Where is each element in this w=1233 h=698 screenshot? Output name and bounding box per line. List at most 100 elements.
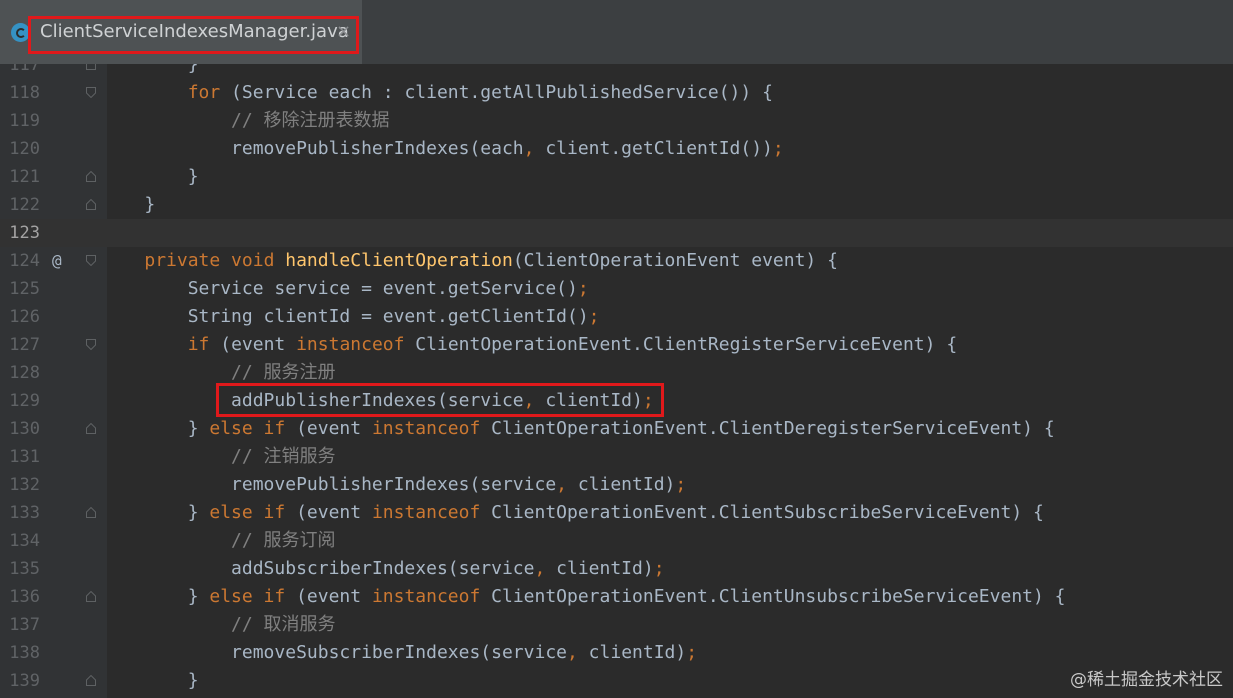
- fold-end-icon[interactable]: [86, 199, 96, 210]
- line-number[interactable]: 120: [0, 135, 40, 163]
- line-number[interactable]: 118: [0, 79, 40, 107]
- code-line[interactable]: 124 @ private void handleClientOperation(…: [0, 247, 1233, 275]
- code-text[interactable]: // 移除注册表数据: [101, 107, 390, 135]
- code-line[interactable]: 131 // 注销服务: [0, 443, 1233, 471]
- code-line[interactable]: 126 String clientId = event.getClientId(…: [0, 303, 1233, 331]
- code-text[interactable]: if (event instanceof ClientOperationEven…: [101, 331, 957, 359]
- line-number[interactable]: 119: [0, 107, 40, 135]
- code-line[interactable]: 132 removePublisherIndexes(service, clie…: [0, 471, 1233, 499]
- line-number[interactable]: 133: [0, 499, 40, 527]
- code-text[interactable]: removePublisherIndexes(service, clientId…: [101, 471, 686, 499]
- code-token: }: [101, 166, 199, 187]
- code-text[interactable]: }: [101, 667, 199, 695]
- fold-end-icon[interactable]: [86, 507, 96, 518]
- fold-end-icon[interactable]: [86, 64, 96, 70]
- line-number[interactable]: 137: [0, 611, 40, 639]
- code-token: (event: [209, 334, 297, 355]
- code-token: // 服务订阅: [101, 530, 336, 551]
- code-text[interactable]: removeSubscriberIndexes(service, clientI…: [101, 639, 697, 667]
- code-text[interactable]: } else if (event instanceof ClientOperat…: [101, 499, 1044, 527]
- line-number[interactable]: 124: [0, 247, 40, 275]
- code-line[interactable]: 121 }: [0, 163, 1233, 191]
- code-line[interactable]: 120 removePublisherIndexes(each, client.…: [0, 135, 1233, 163]
- code-token: handleClientOperation: [285, 250, 513, 271]
- code-text[interactable]: // 注销服务: [101, 443, 336, 471]
- code-line[interactable]: 138 removeSubscriberIndexes(service, cli…: [0, 639, 1233, 667]
- annotation-marker-icon[interactable]: @: [52, 247, 62, 275]
- code-token: ;: [772, 138, 784, 159]
- code-line[interactable]: 137 // 取消服务: [0, 611, 1233, 639]
- code-line[interactable]: 133 } else if (event instanceof ClientOp…: [0, 499, 1233, 527]
- fold-end-icon[interactable]: [86, 591, 96, 602]
- code-text[interactable]: } else if (event instanceof ClientOperat…: [101, 415, 1055, 443]
- code-token: }: [101, 586, 210, 607]
- line-number[interactable]: 131: [0, 443, 40, 471]
- code-token: else if: [209, 586, 286, 607]
- code-token: removePublisherIndexes(each: [101, 138, 524, 159]
- line-number[interactable]: 122: [0, 191, 40, 219]
- code-token: private void: [144, 250, 286, 271]
- line-number[interactable]: 139: [0, 667, 40, 695]
- line-number[interactable]: 123: [0, 219, 40, 247]
- line-number[interactable]: 128: [0, 359, 40, 387]
- line-number[interactable]: 132: [0, 471, 40, 499]
- editor-tab-bar: ClientServiceIndexesManager.java ×: [0, 0, 1233, 65]
- code-highlight-box: [216, 383, 664, 417]
- code-line[interactable]: 139 }: [0, 667, 1233, 695]
- code-line[interactable]: 130 } else if (event instanceof ClientOp…: [0, 415, 1233, 443]
- code-text[interactable]: // 服务订阅: [101, 527, 336, 555]
- code-token: removeSubscriberIndexes(service: [101, 642, 567, 663]
- fold-start-icon[interactable]: [86, 87, 96, 98]
- line-number[interactable]: 126: [0, 303, 40, 331]
- line-number[interactable]: 134: [0, 527, 40, 555]
- line-number[interactable]: 136: [0, 583, 40, 611]
- fold-end-icon[interactable]: [86, 423, 96, 434]
- code-token: (event: [285, 418, 372, 439]
- code-line[interactable]: 136 } else if (event instanceof ClientOp…: [0, 583, 1233, 611]
- code-text[interactable]: }: [101, 191, 155, 219]
- line-number[interactable]: 135: [0, 555, 40, 583]
- code-text[interactable]: addSubscriberIndexes(service, clientId);: [101, 555, 665, 583]
- line-number[interactable]: 125: [0, 275, 40, 303]
- code-text[interactable]: Service service = event.getService();: [101, 275, 589, 303]
- code-token: client.getClientId()): [534, 138, 773, 159]
- code-token: instanceof: [371, 586, 481, 607]
- code-line[interactable]: 123: [0, 219, 1233, 247]
- line-number[interactable]: 130: [0, 415, 40, 443]
- code-line[interactable]: 135 addSubscriberIndexes(service, client…: [0, 555, 1233, 583]
- code-text[interactable]: for (Service each : client.getAllPublish…: [101, 79, 773, 107]
- code-text[interactable]: // 取消服务: [101, 611, 336, 639]
- code-line[interactable]: 134 // 服务订阅: [0, 527, 1233, 555]
- code-text[interactable]: }: [101, 163, 199, 191]
- code-line[interactable]: 117 }: [0, 64, 1233, 79]
- code-token: }: [101, 64, 199, 75]
- code-line[interactable]: 122 }: [0, 191, 1233, 219]
- code-text[interactable]: removePublisherIndexes(each, client.getC…: [101, 135, 784, 163]
- fold-start-icon[interactable]: [86, 339, 96, 350]
- code-text[interactable]: } else if (event instanceof ClientOperat…: [101, 583, 1066, 611]
- line-number[interactable]: 117: [0, 64, 40, 79]
- code-line[interactable]: 127 if (event instanceof ClientOperation…: [0, 331, 1233, 359]
- code-token: Service service = event.getService(): [101, 278, 578, 299]
- code-editor[interactable]: 117 } 118 for (Service each : client.getA…: [0, 64, 1233, 698]
- code-token: for: [187, 82, 221, 103]
- code-token: (event: [285, 502, 372, 523]
- code-text[interactable]: }: [101, 64, 199, 79]
- code-token: clientId): [577, 642, 687, 663]
- fold-end-icon[interactable]: [86, 675, 96, 686]
- code-text[interactable]: private void handleClientOperation(Clien…: [101, 247, 838, 275]
- code-line[interactable]: 125 Service service = event.getService()…: [0, 275, 1233, 303]
- code-line[interactable]: 119 // 移除注册表数据: [0, 107, 1233, 135]
- code-token: (Service each : client.getAllPublishedSe…: [220, 82, 773, 103]
- fold-start-icon[interactable]: [86, 255, 96, 266]
- line-number[interactable]: 127: [0, 331, 40, 359]
- code-line[interactable]: 118 for (Service each : client.getAllPub…: [0, 79, 1233, 107]
- line-number[interactable]: 121: [0, 163, 40, 191]
- fold-end-icon[interactable]: [86, 171, 96, 182]
- code-text[interactable]: String clientId = event.getClientId();: [101, 303, 600, 331]
- line-number[interactable]: 138: [0, 639, 40, 667]
- line-number[interactable]: 129: [0, 387, 40, 415]
- code-token: String clientId = event.getClientId(): [101, 306, 589, 327]
